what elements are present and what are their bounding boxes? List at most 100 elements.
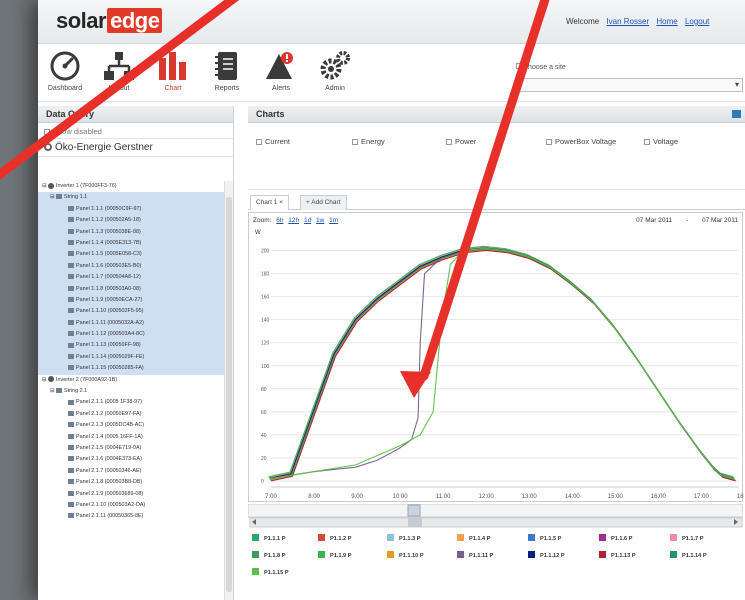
legend-item[interactable]: P1.1.1 P <box>252 534 285 542</box>
checkbox[interactable] <box>644 139 650 146</box>
home-link[interactable]: Home <box>656 17 677 26</box>
tab-chart-1[interactable]: Chart 1 × <box>250 195 289 210</box>
site-select[interactable]: ▾ <box>516 78 743 92</box>
tree-item-panel[interactable]: Panel 1.1.7 (000504A8-12) <box>38 272 224 284</box>
toolbar-label: Chart <box>164 85 182 92</box>
chart-navigator[interactable] <box>248 504 743 528</box>
tree-item-panel[interactable]: Panel 1.1.4 (0005E313-7B) <box>38 237 224 250</box>
tree-item-panel[interactable]: Panel 2.1.11 (00050365-8E) <box>38 511 224 522</box>
tree-item-string[interactable]: ⊟ String 2.1 <box>38 386 224 397</box>
tree-item-panel[interactable]: Panel 1.1.14 (0005029F-FE) <box>38 351 224 364</box>
tree-item-panel[interactable]: Panel 1.1.3 (0005038E-88) <box>38 226 224 238</box>
user-name-link[interactable]: Ivan Rosser <box>606 17 649 26</box>
legend-item[interactable]: P1.1.13 P <box>599 551 636 559</box>
panel-icon <box>68 490 74 496</box>
date-from[interactable]: 07 Mar 2011 <box>636 217 672 224</box>
power-chart[interactable]: 0 20 40 60 80 100 120 140 160 180 200 7:00 8:00 9:00 1… <box>249 213 744 503</box>
checkbox[interactable] <box>44 129 50 136</box>
measurement-powerbox-voltage[interactable]: PowerBox Voltage <box>546 137 616 146</box>
tree-item-panel[interactable]: Panel 2.1.2 (00050E97-FA) <box>38 409 224 420</box>
tree-item-panel[interactable]: Panel 2.1.7 (00050346-AE) <box>38 466 224 477</box>
tree-item-panel[interactable]: Panel 1.1.10 (000502F5-95) <box>38 306 224 318</box>
scrollbar-thumb[interactable] <box>226 197 232 592</box>
tree-scrollbar[interactable] <box>224 181 233 600</box>
toolbar-alerts[interactable]: Alerts <box>254 50 308 92</box>
measurement-voltage[interactable]: Voltage <box>644 137 678 146</box>
tree-item-panel[interactable]: Panel 1.1.11 (0005032A-A2) <box>38 317 224 330</box>
legend-item[interactable]: P1.1.9 P <box>318 551 351 559</box>
legend-item[interactable]: P1.1.15 P <box>252 568 289 576</box>
legend-item[interactable]: P1.1.3 P <box>387 534 420 542</box>
tree-item-inverter[interactable]: ⊟ Inverter 2 (7F000A92-1B) <box>38 375 224 386</box>
tree-item-panel[interactable]: Panel 2.1.4 (0005 16FF-1A) <box>38 432 224 443</box>
toolbar-admin[interactable]: Admin <box>308 50 362 92</box>
checkbox[interactable] <box>446 139 452 146</box>
export-icon[interactable] <box>732 110 741 118</box>
legend-label: P1.1.12 P <box>540 553 565 559</box>
measurement-energy[interactable]: Energy <box>352 137 385 146</box>
legend-item[interactable]: P1.1.10 P <box>387 551 424 559</box>
solaredge-logo[interactable]: solar edge <box>56 8 163 34</box>
zoom-1d[interactable]: 1d <box>304 217 311 224</box>
tree-item-panel[interactable]: Panel 2.1.9 (000503689-08) <box>38 489 224 500</box>
legend-item[interactable]: P1.1.5 P <box>528 534 561 542</box>
legend-item[interactable]: P1.1.2 P <box>318 534 351 542</box>
zoom-1m[interactable]: 1m <box>329 217 338 224</box>
legend-swatch <box>457 534 464 541</box>
x-tick-label: 18:00 <box>737 494 744 500</box>
legend-swatch <box>252 534 259 541</box>
date-separator: - <box>686 217 689 224</box>
y-tick-label: 160 <box>261 295 270 301</box>
legend-item[interactable]: P1.1.11 P <box>457 551 493 559</box>
tree-item-panel[interactable]: Panel 1.1.2 (000502A5-18) <box>38 215 224 227</box>
tree-item-inverter[interactable]: ⊟ Inverter 1 (7F000FF3-76) <box>38 181 224 192</box>
x-tick-label: 11:00 <box>436 494 451 500</box>
toolbar-chart[interactable]: Chart <box>146 50 200 92</box>
string-icon <box>56 388 63 394</box>
tree-item-panel[interactable]: Panel 1.1.15 (00050285-FA) <box>38 363 224 375</box>
site-name-row[interactable]: Öko-Energie Gerstner <box>38 139 233 157</box>
show-disabled-toggle[interactable]: Show disabled <box>38 123 233 139</box>
legend-item[interactable]: P1.1.12 P <box>528 551 565 559</box>
zoom-6h[interactable]: 6h <box>276 217 283 224</box>
choose-site-checkbox[interactable] <box>516 63 522 69</box>
tree-item-panel[interactable]: Panel 2.1.1 (0005 1F38-97) <box>38 397 224 408</box>
tree-item-string[interactable]: ⊟ String 1.1 <box>38 192 224 204</box>
toolbar-dashboard[interactable]: Dashboard <box>38 50 92 92</box>
tree-item-panel[interactable]: Panel 2.1.5 (0004E719-0A) <box>38 443 224 454</box>
logo-text: solar <box>56 8 107 33</box>
measurement-selector: Current Energy Power PowerBox Voltage Vo… <box>248 124 745 190</box>
legend-item[interactable]: P1.1.4 P <box>457 534 490 542</box>
legend-item[interactable]: P1.1.8 P <box>252 551 285 559</box>
tree-item-panel[interactable]: Panel 1.1.5 (0005E058-C3) <box>38 249 224 261</box>
user-links: Welcome Ivan Rosser Home Logout <box>566 17 709 26</box>
toolbar-reports[interactable]: Reports <box>200 50 254 92</box>
zoom-12h[interactable]: 12h <box>288 217 299 224</box>
date-to[interactable]: 07 Mar 2011 <box>702 217 738 224</box>
tree-item-label: Panel 1.1.12 (000503A4-8C) <box>76 331 145 338</box>
legend-item[interactable]: P1.1.14 P <box>670 551 707 559</box>
logout-link[interactable]: Logout <box>685 17 709 26</box>
tree-item-panel[interactable]: Panel 1.1.8 (000503A0-08) <box>38 283 224 295</box>
tree-item-panel[interactable]: Panel 1.1.9 (00050ECA-27) <box>38 294 224 307</box>
tree-item-panel[interactable]: Panel 1.1.1 (00050C9F-97) <box>38 203 224 216</box>
checkbox[interactable] <box>546 139 552 146</box>
toolbar-layout[interactable]: Layout <box>92 50 146 92</box>
tree-item-panel[interactable]: Panel 1.1.12 (000503A4-8C) <box>38 329 224 341</box>
tree-item-panel[interactable]: Panel 1.1.13 (00050FF-98) <box>38 340 224 352</box>
choose-site-label: Choose a site <box>523 64 566 71</box>
measurement-current[interactable]: Current <box>256 137 290 146</box>
tab-add-chart[interactable]: + Add Chart <box>300 195 347 210</box>
measurement-power[interactable]: Power <box>446 137 476 146</box>
tree-item-panel[interactable]: Panel 2.1.10 (000503A2-DA) <box>38 500 224 511</box>
tree-item-panel[interactable]: Panel 2.1.6 (0004E373-EA) <box>38 454 224 465</box>
zoom-1w[interactable]: 1w <box>316 217 324 224</box>
tree-item-panel[interactable]: Panel 2.1.8 (000503B8-DB) <box>38 477 224 488</box>
checkbox[interactable] <box>256 139 262 146</box>
legend-item[interactable]: P1.1.7 P <box>670 534 703 542</box>
checkbox[interactable] <box>352 139 358 146</box>
legend-item[interactable]: P1.1.6 P <box>599 534 632 542</box>
tree-item-panel[interactable]: Panel 1.1.6 (000503E5-B0) <box>38 260 224 273</box>
tree-item-panel[interactable]: Panel 2.1.3 (0005DC4B-AC) <box>38 420 224 431</box>
close-icon[interactable]: × <box>279 199 283 206</box>
